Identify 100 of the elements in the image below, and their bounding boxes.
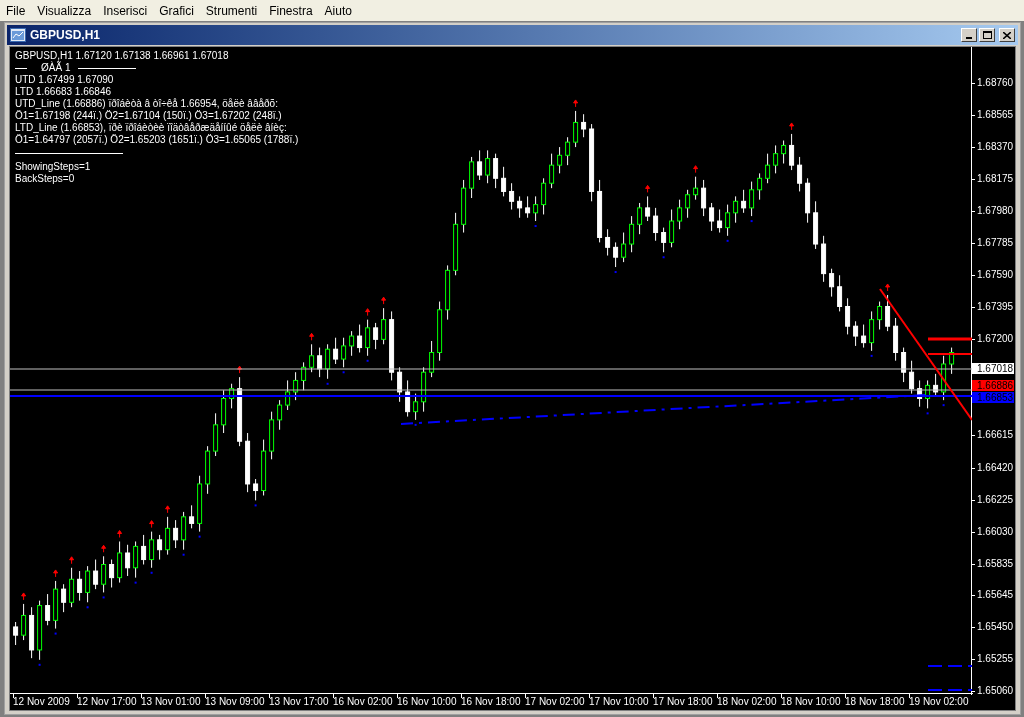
candle [29, 606, 35, 659]
candle [477, 149, 483, 181]
candle [685, 189, 691, 219]
candle [789, 133, 795, 171]
up-arrow-icon [117, 530, 123, 538]
candle [45, 593, 51, 626]
candle [413, 393, 419, 421]
candle [573, 110, 579, 148]
target-line [927, 353, 972, 355]
candle [317, 347, 323, 378]
candle [149, 531, 155, 569]
candle [421, 366, 427, 413]
up-arrow-icon [789, 122, 795, 131]
up-arrow-icon [693, 165, 699, 174]
maximize-button[interactable] [979, 28, 995, 42]
candle [549, 153, 555, 189]
candle [709, 202, 715, 232]
close-button[interactable] [999, 28, 1015, 42]
candle [21, 603, 27, 641]
candle [533, 195, 539, 222]
candle [461, 179, 467, 234]
candle [253, 478, 259, 501]
candle [269, 411, 275, 460]
menu-item[interactable]: Finestra [263, 4, 319, 21]
up-arrow-icon [149, 520, 155, 529]
candle [909, 360, 915, 395]
candle [717, 209, 723, 234]
candle [493, 153, 499, 189]
minimize-icon [966, 37, 972, 39]
candle [645, 195, 651, 222]
price-label: 1.66030 [977, 526, 1014, 538]
candle [773, 144, 779, 174]
price-label: 1.68370 [977, 141, 1014, 153]
candle [285, 379, 291, 411]
candle [629, 215, 635, 253]
candle [389, 310, 395, 381]
candle [637, 202, 643, 235]
indicator-info-text: UTD 1.67499 1.67090 [15, 74, 115, 86]
candle [517, 195, 523, 219]
time-label: 13 Nov 01:00 [141, 696, 201, 708]
candle [765, 153, 771, 184]
candle [173, 519, 179, 549]
candle [541, 177, 547, 215]
menu-item[interactable]: Aiuto [318, 4, 358, 21]
candle [397, 366, 403, 403]
indicator-info-text: UTD_Line (1.66886) ïðîáèòà â òî÷êå 1.66954, öåëè ââåðõ: [15, 98, 279, 110]
menu-item[interactable]: File [0, 4, 32, 21]
up-arrow-icon [165, 505, 171, 514]
candle [845, 297, 851, 335]
candle [261, 439, 267, 496]
candle [941, 355, 947, 401]
candle [917, 379, 923, 408]
menu-item[interactable]: Strumenti [199, 4, 264, 21]
price-label: 1.67395 [977, 301, 1014, 313]
candle [301, 361, 307, 391]
price-badge: 1.66853 [972, 392, 1014, 403]
candle [501, 166, 507, 197]
menu-item[interactable]: Grafici [153, 4, 200, 21]
price-label: 1.65835 [977, 558, 1014, 570]
candle [805, 177, 811, 224]
time-label: 18 Nov 02:00 [717, 696, 777, 708]
candle [893, 317, 899, 362]
candle [437, 301, 443, 362]
maximize-icon [982, 31, 992, 39]
up-arrow-icon [573, 99, 579, 108]
candle [677, 199, 683, 230]
candle [229, 383, 235, 409]
candle [869, 310, 875, 352]
candle [213, 412, 219, 457]
price-label: 1.68175 [977, 173, 1014, 185]
candle [781, 140, 787, 164]
menu-item[interactable]: Inserisci [97, 4, 154, 21]
candle [749, 181, 755, 217]
up-arrow-icon [21, 592, 27, 601]
candle [61, 583, 67, 613]
price-label: 1.67200 [977, 333, 1014, 345]
up-arrow-icon [885, 283, 891, 292]
up-arrow-icon [237, 365, 243, 374]
candle [69, 567, 75, 608]
price-label: 1.65450 [977, 621, 1014, 633]
candle [293, 371, 299, 401]
menu-item[interactable]: Visualizza [31, 4, 98, 21]
candle [565, 136, 571, 166]
candle [357, 324, 363, 353]
time-label: 18 Nov 18:00 [845, 696, 905, 708]
minimize-button[interactable] [961, 28, 977, 42]
candle [653, 207, 659, 242]
candle [237, 376, 243, 447]
price-label: 1.65645 [977, 589, 1014, 601]
up-arrow-icon [101, 544, 107, 553]
candle [605, 228, 611, 257]
time-label: 13 Nov 09:00 [205, 696, 265, 708]
time-label: 19 Nov 02:00 [909, 696, 969, 708]
time-label: 16 Nov 10:00 [397, 696, 457, 708]
step-label: ØÀÃ 1 [41, 62, 71, 74]
up-arrow-icon [309, 332, 315, 341]
price-label: 1.66225 [977, 494, 1014, 506]
candle [469, 156, 475, 199]
candle [733, 195, 739, 224]
candle [693, 176, 699, 201]
